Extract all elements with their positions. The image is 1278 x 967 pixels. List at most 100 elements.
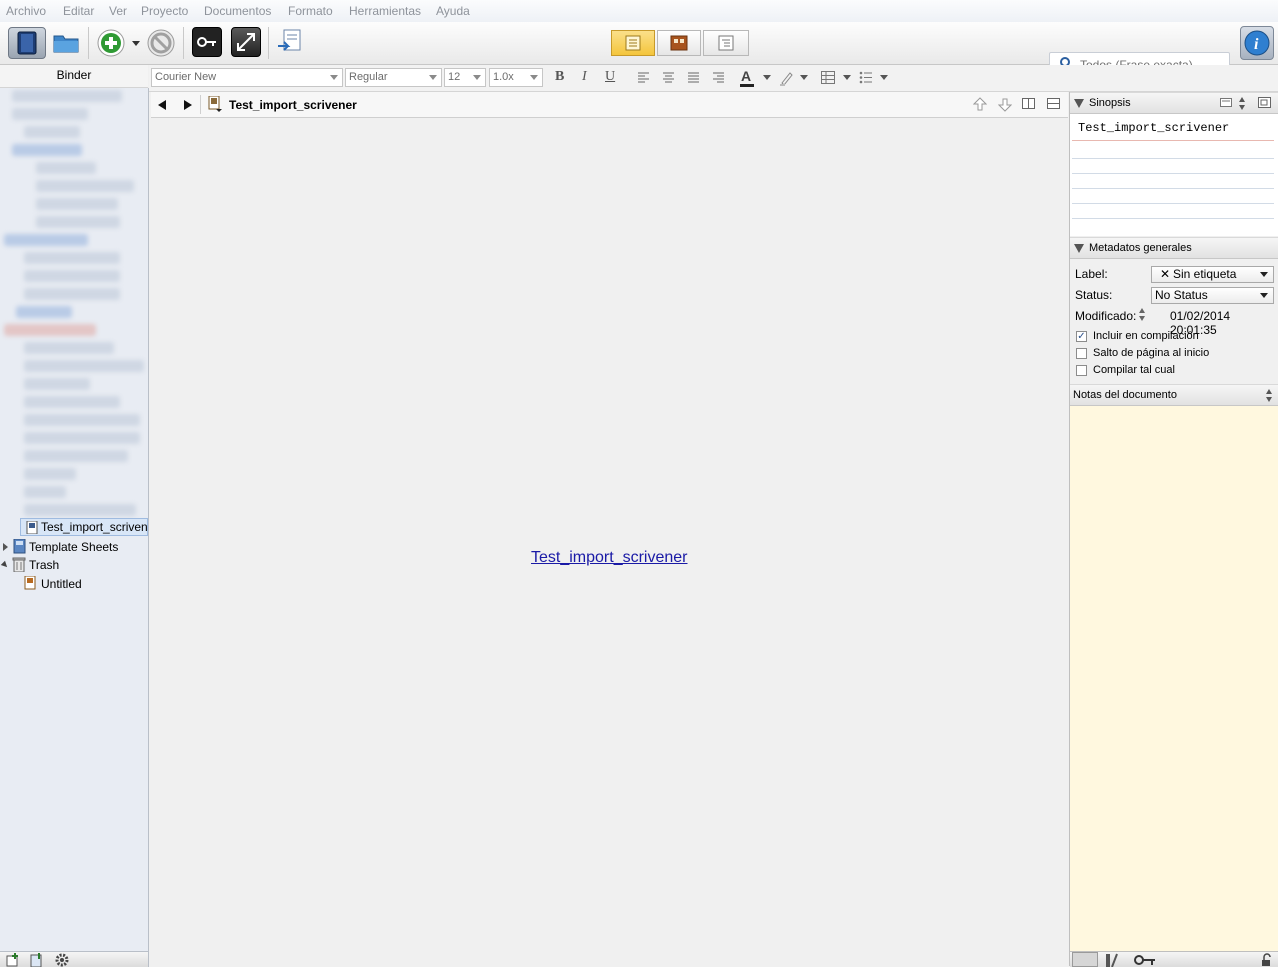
alignment-icons[interactable] — [638, 71, 726, 85]
document-notes-area[interactable] — [1070, 406, 1278, 951]
line-spacing-select[interactable]: 1.0x — [489, 68, 543, 87]
chevron-down-icon — [429, 75, 437, 80]
redacted-row — [4, 234, 88, 246]
image-toggle-icon[interactable] — [1258, 97, 1272, 109]
table-icon[interactable] — [821, 71, 835, 84]
keywords-tab-icon[interactable] — [1134, 954, 1156, 966]
close-icon: ✕ — [1160, 267, 1171, 281]
forward-arrow-icon[interactable] — [184, 100, 192, 110]
list-icon[interactable] — [859, 71, 873, 84]
collapse-arrow-icon[interactable] — [0, 560, 10, 570]
up-arrow-icon[interactable] — [973, 97, 987, 111]
checkbox-page-break[interactable] — [1076, 348, 1087, 359]
modified-stepper-icon[interactable] — [1138, 307, 1146, 322]
inspector-icon[interactable]: i — [1240, 26, 1274, 60]
redacted-row — [24, 270, 120, 282]
notes-tab-icon[interactable] — [1072, 952, 1098, 967]
font-size-select[interactable]: 12 — [444, 68, 486, 87]
synopsis-title: Sinopsis — [1089, 97, 1131, 109]
status-caption: Status: — [1075, 288, 1113, 302]
highlight-icon[interactable] — [779, 70, 793, 86]
document-link[interactable]: Test_import_scrivener — [531, 549, 688, 567]
redacted-row — [12, 108, 88, 120]
label-select[interactable]: ✕ Sin etiqueta — [1151, 266, 1274, 283]
binder-item-untitled[interactable]: Untitled — [0, 575, 148, 593]
underline-button[interactable]: U — [605, 69, 615, 87]
document-icon — [26, 521, 38, 534]
bold-button[interactable]: B — [555, 69, 564, 87]
delete-icon[interactable] — [146, 28, 176, 58]
binder-item-template-sheets[interactable]: Template Sheets — [0, 538, 148, 556]
binder-item-trash[interactable]: Trash — [0, 556, 148, 574]
editor-area[interactable]: Test_import_scrivener — [151, 118, 1068, 966]
view-outline-icon[interactable] — [703, 30, 749, 56]
menu-editar[interactable]: Editar — [63, 4, 94, 18]
chevron-down-icon[interactable] — [763, 75, 771, 80]
compile-icon[interactable] — [275, 27, 305, 57]
split-vertical-icon[interactable] — [1022, 98, 1036, 110]
binder-item-label: Test_import_scrivener — [41, 520, 149, 534]
collections-icon[interactable] — [51, 27, 81, 57]
menu-ver[interactable]: Ver — [109, 4, 127, 18]
chevron-down-icon[interactable] — [880, 75, 888, 80]
menu-formato[interactable]: Formato — [288, 4, 333, 18]
binder-header: Binder — [0, 65, 148, 88]
keywords-icon[interactable] — [192, 27, 222, 57]
document-icon[interactable] — [207, 96, 223, 113]
font-style-value: Regular — [349, 71, 388, 83]
checkbox-compile-as-is[interactable] — [1076, 365, 1087, 376]
expand-arrow-icon[interactable] — [3, 543, 8, 551]
add-folder-icon[interactable] — [6, 953, 20, 967]
back-arrow-icon[interactable] — [158, 100, 166, 110]
binder-item-selected[interactable]: Test_import_scrivener — [20, 518, 148, 536]
checkbox-include-compile[interactable]: ✓ — [1076, 331, 1087, 342]
line-spacing-value: 1.0x — [493, 71, 514, 83]
gear-icon[interactable] — [55, 953, 69, 967]
font-family-value: Courier New — [155, 71, 217, 83]
label-caption: Label: — [1075, 267, 1108, 281]
font-family-select[interactable]: Courier New — [151, 68, 343, 87]
toolbar: Todos (Frase exacta) i — [0, 22, 1278, 76]
references-tab-icon[interactable] — [1104, 953, 1120, 967]
notes-header[interactable]: Notas del documento — [1070, 384, 1278, 406]
redacted-row — [24, 450, 128, 462]
collapse-triangle-icon[interactable] — [1074, 244, 1084, 253]
synopsis-mode-icon[interactable] — [1220, 98, 1232, 108]
chevron-down-icon — [530, 75, 538, 80]
menu-documentos[interactable]: Documentos — [204, 4, 271, 18]
metadata-title: Metadatos generales — [1089, 242, 1192, 254]
italic-button[interactable]: I — [582, 69, 587, 87]
document-title: Test_import_scrivener — [229, 98, 357, 112]
chevron-down-icon[interactable] — [843, 75, 851, 80]
trash-icon — [12, 557, 26, 572]
add-document-icon[interactable] — [30, 953, 44, 967]
stepper-icon[interactable] — [1265, 388, 1273, 403]
chevron-down-icon[interactable] — [800, 75, 808, 80]
split-horizontal-icon[interactable] — [1047, 98, 1061, 110]
binder-toggle-icon[interactable] — [8, 27, 46, 59]
checkbox-label: Compilar tal cual — [1093, 364, 1175, 376]
add-dropdown-chevron-icon[interactable] — [132, 41, 140, 46]
binder-panel: Test_import_scrivener Template Sheets Tr… — [0, 88, 149, 951]
stepper-icon[interactable] — [1238, 96, 1246, 111]
text-color-icon[interactable]: A — [739, 68, 755, 88]
menu-ayuda[interactable]: Ayuda — [436, 4, 470, 18]
collapse-triangle-icon[interactable] — [1074, 99, 1084, 108]
status-select[interactable]: No Status — [1151, 287, 1274, 304]
menu-archivo[interactable]: Archivo — [6, 4, 46, 18]
synopsis-card[interactable]: Test_import_scrivener — [1070, 114, 1278, 236]
view-corkboard-icon[interactable] — [657, 30, 701, 56]
binder-item-label: Untitled — [41, 577, 82, 591]
composition-mode-icon[interactable] — [231, 27, 261, 57]
chevron-down-icon — [1260, 272, 1268, 277]
view-document-icon[interactable] — [611, 30, 655, 56]
menu-proyecto[interactable]: Proyecto — [141, 4, 188, 18]
menu-herramientas[interactable]: Herramientas — [349, 4, 421, 18]
down-arrow-icon[interactable] — [998, 98, 1012, 112]
redacted-row — [24, 504, 136, 516]
status-value: No Status — [1155, 288, 1208, 302]
redacted-row — [24, 396, 120, 408]
add-icon[interactable] — [96, 28, 126, 58]
lock-icon[interactable] — [1260, 953, 1272, 967]
font-style-select[interactable]: Regular — [345, 68, 442, 87]
